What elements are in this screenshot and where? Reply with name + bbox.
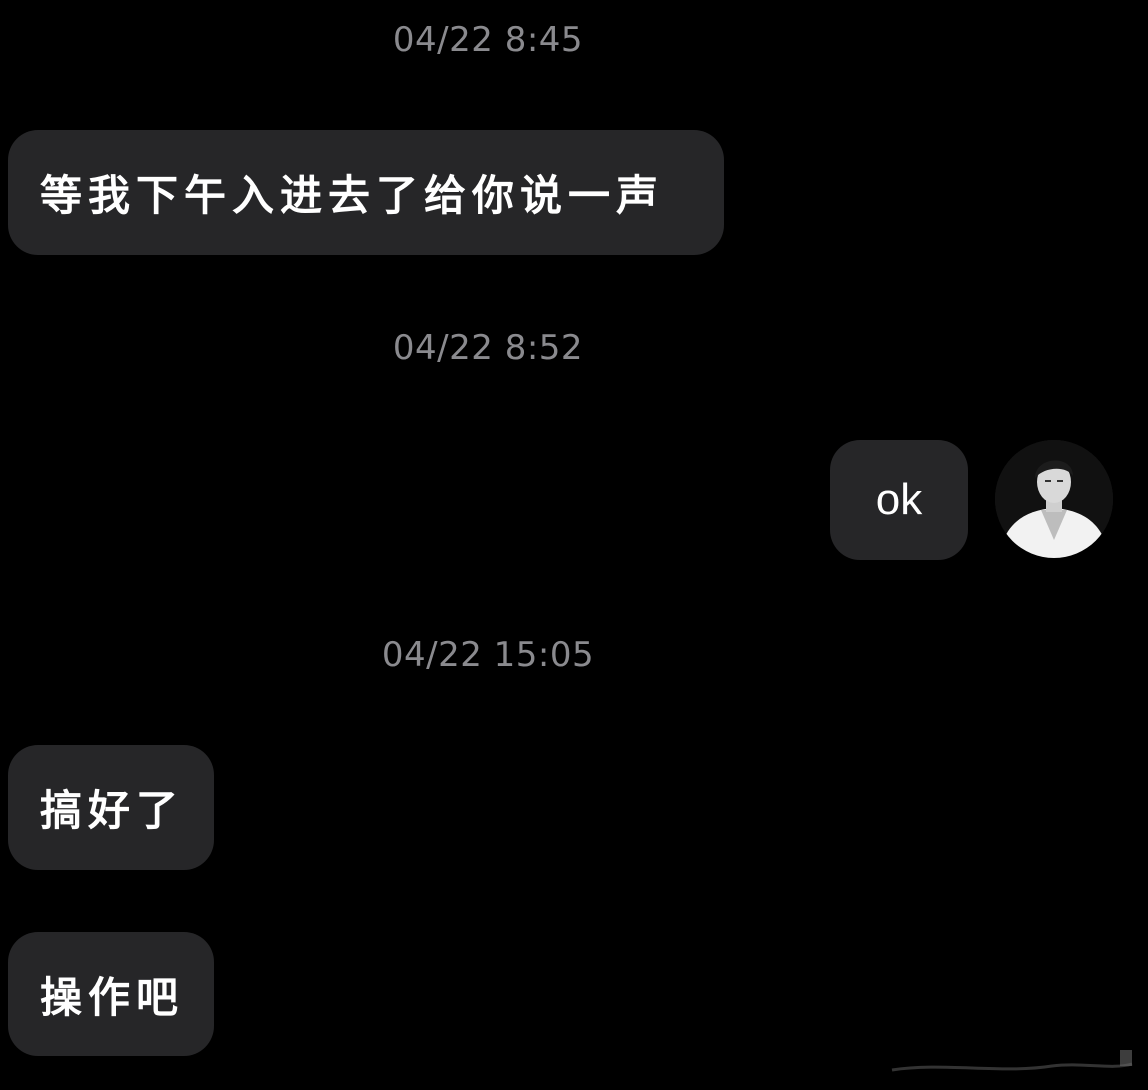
watermark xyxy=(882,1040,1142,1080)
avatar-icon xyxy=(995,440,1113,558)
incoming-message-bubble[interactable]: 操作吧 xyxy=(8,932,214,1056)
message-text: 操作吧 xyxy=(40,972,185,1022)
message-text: ok xyxy=(875,475,923,524)
incoming-message-bubble[interactable]: 等我下午入进去了给你说一声 xyxy=(8,130,724,255)
message-timestamp: 04/22 15:05 xyxy=(381,635,595,675)
message-timestamp: 04/22 8:52 xyxy=(392,328,584,368)
message-text: 等我下午入进去了给你说一声 xyxy=(40,171,665,220)
incoming-message-bubble[interactable]: 搞好了 xyxy=(8,745,214,870)
outgoing-message-bubble[interactable]: ok xyxy=(830,440,968,560)
user-avatar[interactable] xyxy=(995,440,1113,558)
message-timestamp: 04/22 8:45 xyxy=(392,20,584,60)
message-text: 搞好了 xyxy=(40,786,185,835)
